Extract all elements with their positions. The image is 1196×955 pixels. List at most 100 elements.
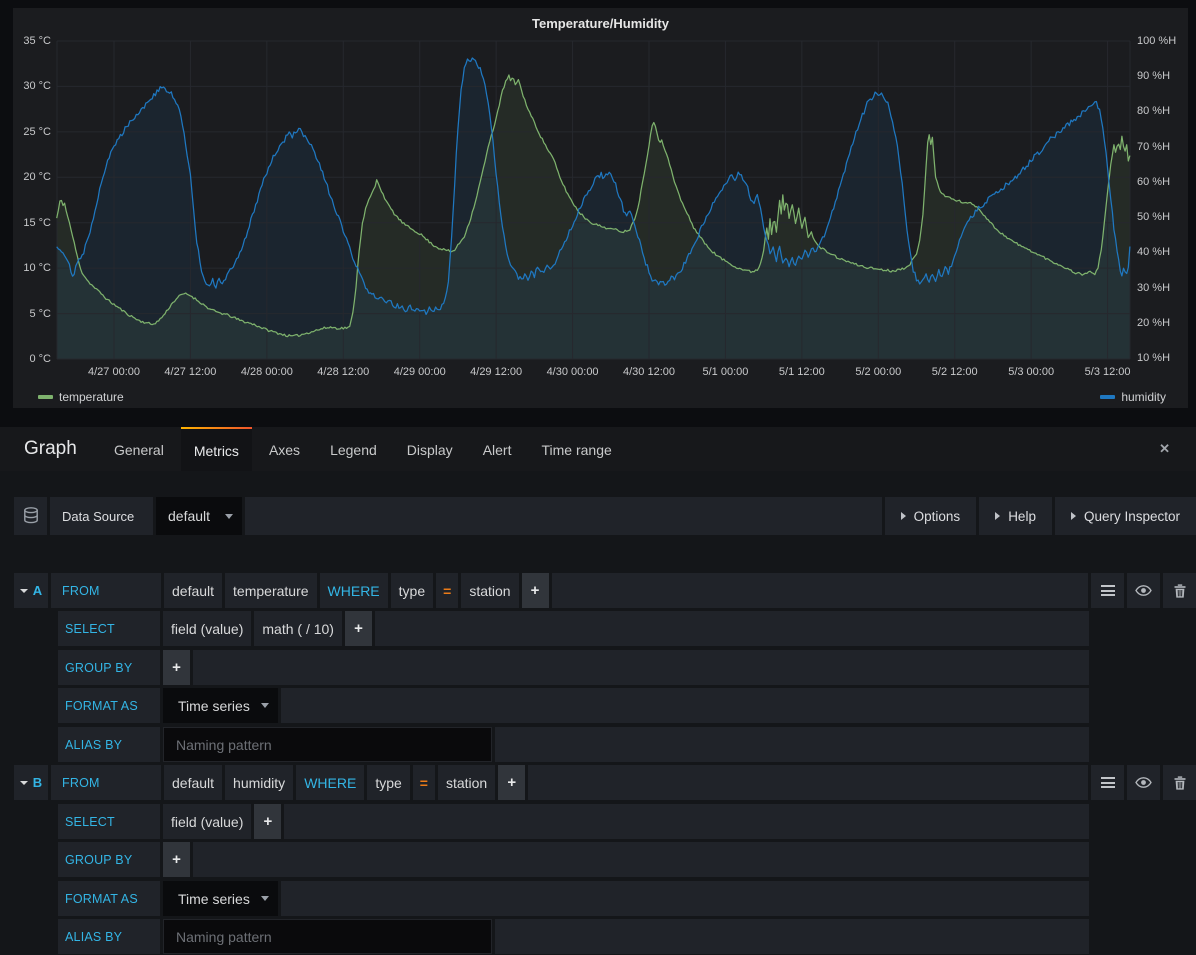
trash-icon xyxy=(1174,776,1186,790)
legend-label: humidity xyxy=(1121,390,1166,404)
y-right-tick-label: 90 %H xyxy=(1137,70,1170,83)
segment-where[interactable]: WHERE xyxy=(320,573,388,608)
row-filler xyxy=(495,727,1089,762)
query-b-select-row: SELECT field (value) + xyxy=(14,804,1196,839)
y-left-tick-label: 15 °C xyxy=(13,217,51,230)
row-filler xyxy=(281,688,1089,723)
row-filler xyxy=(375,611,1089,646)
add-group-by-button[interactable]: + xyxy=(163,842,190,877)
segment-operator[interactable]: = xyxy=(413,765,435,800)
format-as-value: Time series xyxy=(178,698,250,714)
alias-by-input[interactable] xyxy=(163,919,492,954)
query-delete-button[interactable] xyxy=(1163,765,1196,800)
from-label: FROM xyxy=(51,573,161,608)
segment-tag-key[interactable]: type xyxy=(391,573,433,608)
format-as-select[interactable]: Time series xyxy=(163,881,278,916)
x-axis-tick-label: 4/29 12:00 xyxy=(460,366,532,378)
time-series-chart[interactable] xyxy=(13,8,1188,408)
row-filler xyxy=(193,650,1089,685)
format-as-label: FORMAT AS xyxy=(58,881,160,916)
graph-panel: Temperature/Humidity temperature humidit… xyxy=(13,8,1188,408)
x-axis-tick-label: 5/1 00:00 xyxy=(689,366,761,378)
y-right-tick-label: 40 %H xyxy=(1137,246,1170,259)
y-left-tick-label: 20 °C xyxy=(13,171,51,184)
query-visibility-button[interactable] xyxy=(1127,765,1160,800)
x-axis-tick-label: 4/28 12:00 xyxy=(307,366,379,378)
tab-alert[interactable]: Alert xyxy=(470,427,525,472)
query-menu-button[interactable] xyxy=(1091,765,1124,800)
tab-general[interactable]: General xyxy=(101,427,177,472)
tab-display[interactable]: Display xyxy=(394,427,466,472)
options-button[interactable]: Options xyxy=(885,497,977,535)
caret-right-icon xyxy=(901,512,906,520)
add-select-button[interactable]: + xyxy=(345,611,372,646)
query-a-format-row: FORMAT AS Time series xyxy=(14,688,1196,723)
alias-by-input[interactable] xyxy=(163,727,492,762)
y-right-tick-label: 60 %H xyxy=(1137,176,1170,189)
query-b-alias-row: ALIAS BY xyxy=(14,919,1196,954)
tab-axes[interactable]: Axes xyxy=(256,427,313,472)
legend-item-temperature[interactable]: temperature xyxy=(38,390,124,404)
format-as-select[interactable]: Time series xyxy=(163,688,278,723)
segment-math[interactable]: math ( / 10) xyxy=(254,611,342,646)
row-filler xyxy=(284,804,1089,839)
chevron-down-icon xyxy=(20,589,28,593)
query-a-select-row: SELECT field (value) math ( / 10) + xyxy=(14,611,1196,646)
add-condition-button[interactable]: + xyxy=(498,765,525,800)
tab-metrics[interactable]: Metrics xyxy=(181,427,252,472)
x-axis-tick-label: 4/27 00:00 xyxy=(78,366,150,378)
temperature-series-swatch xyxy=(38,395,53,399)
y-left-tick-label: 5 °C xyxy=(13,308,51,321)
query-b-collapse-toggle[interactable]: B xyxy=(14,765,48,800)
add-select-button[interactable]: + xyxy=(254,804,281,839)
datasource-row: Data Source default Options Help Query I… xyxy=(14,497,1196,535)
tab-legend[interactable]: Legend xyxy=(317,427,390,472)
chevron-down-icon xyxy=(20,781,28,785)
y-right-tick-label: 30 %H xyxy=(1137,282,1170,295)
editor-tabs: General Metrics Axes Legend Display Aler… xyxy=(101,427,629,472)
query-editor: Data Source default Options Help Query I… xyxy=(0,471,1196,955)
alias-by-label: ALIAS BY xyxy=(58,727,160,762)
segment-tag-value[interactable]: station xyxy=(461,573,518,608)
legend-item-humidity[interactable]: humidity xyxy=(1100,390,1166,404)
tab-time-range[interactable]: Time range xyxy=(528,427,624,472)
query-visibility-button[interactable] xyxy=(1127,573,1160,608)
help-button[interactable]: Help xyxy=(979,497,1052,535)
eye-icon xyxy=(1135,585,1152,596)
query-menu-button[interactable] xyxy=(1091,573,1124,608)
query-a-from-row: A FROM default temperature WHERE type = … xyxy=(14,573,1196,608)
from-label: FROM xyxy=(51,765,161,800)
x-axis-tick-label: 4/30 12:00 xyxy=(613,366,685,378)
query-inspector-button[interactable]: Query Inspector xyxy=(1055,497,1196,535)
y-left-tick-label: 0 °C xyxy=(13,353,51,366)
datasource-select[interactable]: default xyxy=(156,497,242,535)
chevron-down-icon xyxy=(261,896,269,901)
segment-operator[interactable]: = xyxy=(436,573,458,608)
segment-measurement[interactable]: temperature xyxy=(225,573,316,608)
x-axis-tick-label: 5/3 00:00 xyxy=(995,366,1067,378)
add-condition-button[interactable]: + xyxy=(522,573,549,608)
segment-policy[interactable]: default xyxy=(164,765,222,800)
query-delete-button[interactable] xyxy=(1163,573,1196,608)
segment-policy[interactable]: default xyxy=(164,573,222,608)
add-group-by-button[interactable]: + xyxy=(163,650,190,685)
segment-field[interactable]: field (value) xyxy=(163,804,251,839)
segment-tag-key[interactable]: type xyxy=(367,765,409,800)
format-as-value: Time series xyxy=(178,891,250,907)
select-label: SELECT xyxy=(58,611,160,646)
alias-by-label: ALIAS BY xyxy=(58,919,160,954)
menu-icon xyxy=(1101,777,1115,788)
group-by-label: GROUP BY xyxy=(58,650,160,685)
humidity-series-swatch xyxy=(1100,395,1115,399)
x-axis-tick-label: 4/30 00:00 xyxy=(537,366,609,378)
chevron-down-icon xyxy=(225,514,233,519)
close-icon[interactable]: ✕ xyxy=(1159,427,1170,471)
query-a-collapse-toggle[interactable]: A xyxy=(14,573,48,608)
y-right-tick-label: 50 %H xyxy=(1137,211,1170,224)
datasource-value: default xyxy=(168,508,210,524)
database-icon xyxy=(14,497,47,535)
segment-where[interactable]: WHERE xyxy=(296,765,364,800)
segment-tag-value[interactable]: station xyxy=(438,765,495,800)
segment-field[interactable]: field (value) xyxy=(163,611,251,646)
segment-measurement[interactable]: humidity xyxy=(225,765,293,800)
